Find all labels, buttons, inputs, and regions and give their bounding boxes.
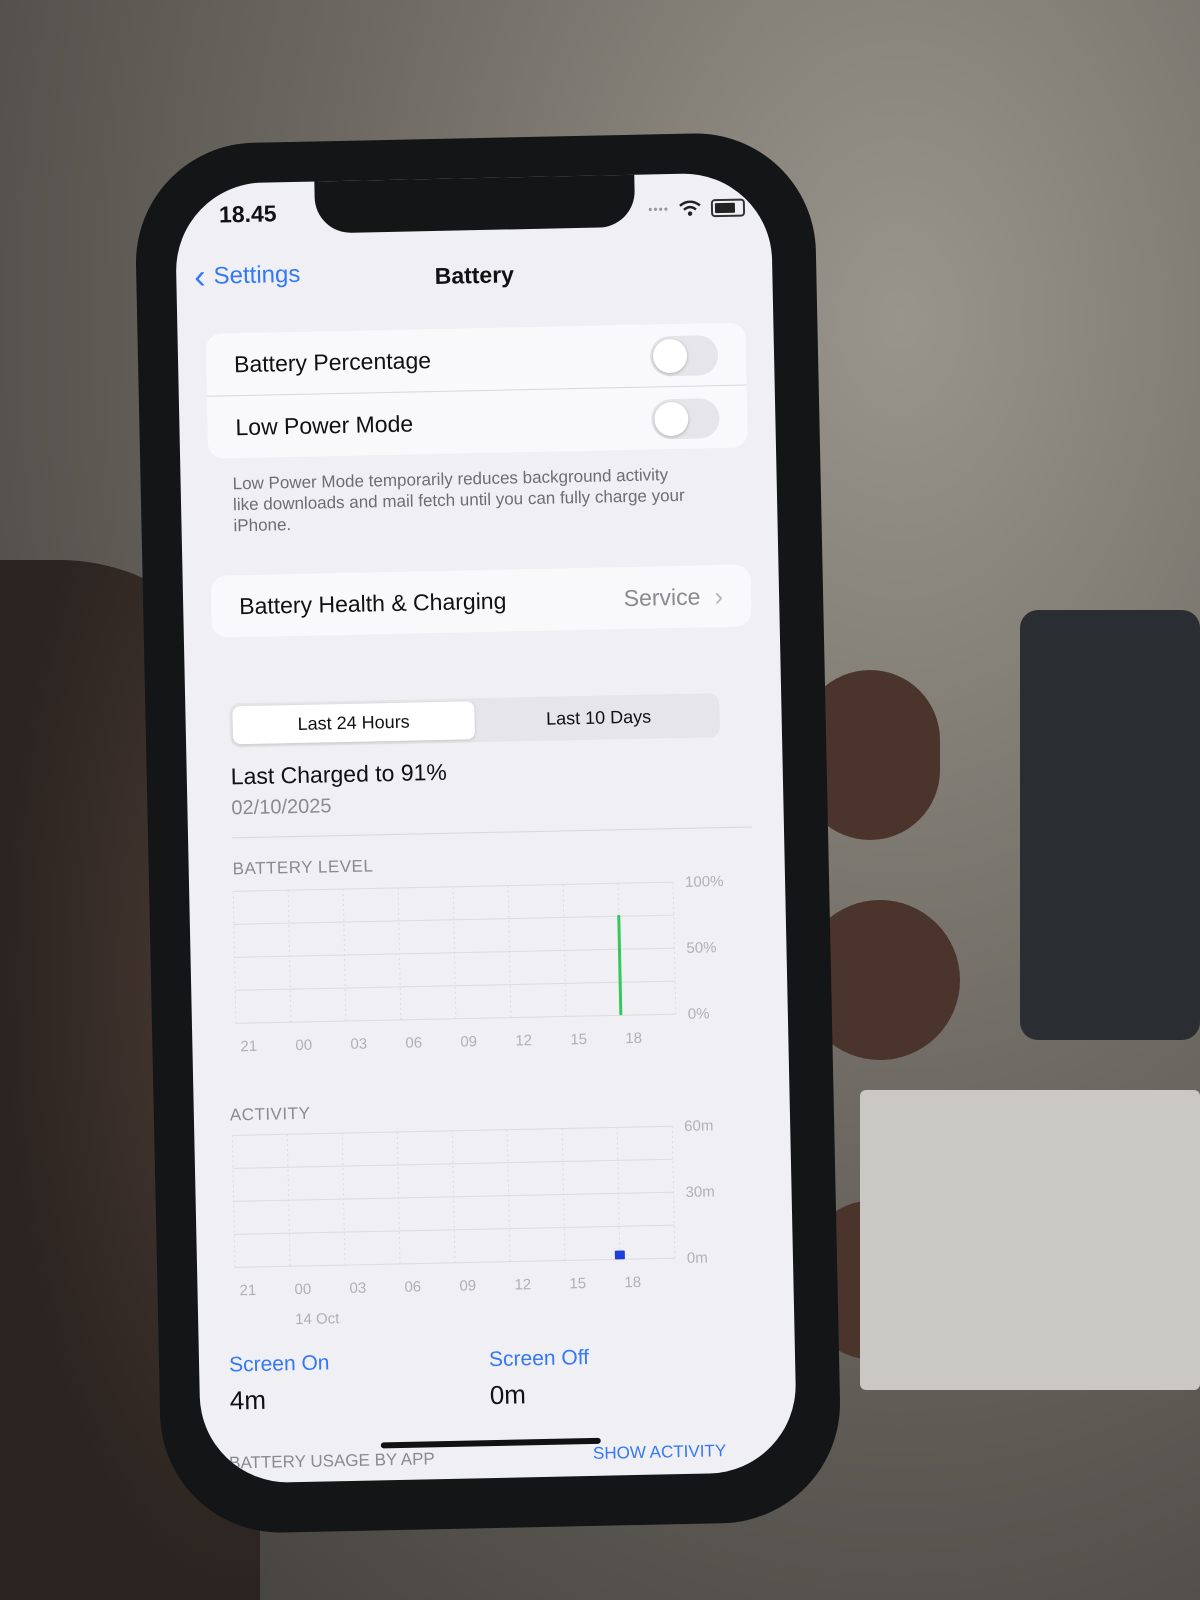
battery-level-chart: 100% 50% 0% 21 00 03 06 09 12 15 18 [232, 873, 724, 1055]
tab-last-10-days[interactable]: Last 10 Days [477, 693, 720, 742]
show-activity-button[interactable]: SHOW ACTIVITY [593, 1441, 727, 1464]
notch [314, 171, 636, 234]
x-tick-label: 18 [625, 1030, 642, 1047]
low-power-mode-row: Low Power Mode [206, 384, 748, 459]
service-label: Service [623, 583, 701, 611]
activity-chart: 60m 30m 0m 21 00 03 06 09 12 15 18 14 Oct [231, 1117, 715, 1328]
last-charged-date: 02/10/2025 [231, 795, 332, 820]
phone-screen: 18.45 •••• ‹ Settings Battery Battery Pe… [174, 171, 798, 1485]
battery-percentage-row: Battery Percentage [205, 322, 746, 395]
battery-icon [710, 198, 746, 218]
battery-health-row[interactable]: Battery Health & Charging Service › [211, 564, 752, 637]
x-tick-label: 00 [295, 1037, 312, 1054]
status-icons: •••• [648, 198, 746, 218]
x-tick-label: 09 [460, 1033, 477, 1050]
x-tick-label: 03 [349, 1280, 366, 1297]
x-tick-label: 21 [239, 1282, 256, 1299]
x-tick-label: 12 [515, 1032, 532, 1049]
date-label: 14 Oct [295, 1310, 340, 1327]
x-tick-label: 06 [405, 1034, 422, 1051]
health-group: Battery Health & Charging Service › [210, 564, 752, 638]
y-tick-label: 100% [685, 873, 724, 891]
y-tick-label: 50% [686, 939, 716, 957]
screen-off-label: Screen Off [488, 1346, 590, 1372]
battery-percentage-label: Battery Percentage [233, 346, 432, 377]
chevron-right-icon: › [714, 580, 724, 611]
background-card [1020, 610, 1200, 1040]
screen-off-value: 0m [489, 1379, 527, 1411]
data-bar [614, 1250, 625, 1260]
tab-last-24-hours[interactable]: Last 24 Hours [232, 701, 476, 745]
divider [232, 826, 752, 839]
data-bar [617, 914, 623, 1016]
x-tick-label: 18 [624, 1274, 641, 1291]
home-indicator [380, 1437, 601, 1449]
screen-on-label: Screen On [228, 1351, 330, 1377]
x-tick-label: 03 [350, 1036, 367, 1053]
background-box [860, 1090, 1200, 1390]
wifi-icon [679, 200, 701, 216]
x-tick-label: 12 [514, 1276, 531, 1293]
time-range-segmented-control: Last 24 Hours Last 10 Days [229, 693, 721, 748]
battery-level-label: BATTERY LEVEL [232, 856, 374, 879]
low-power-mode-toggle[interactable] [650, 398, 720, 440]
x-tick-label: 00 [294, 1281, 311, 1298]
low-power-mode-label: Low Power Mode [235, 409, 414, 440]
x-tick-label: 09 [459, 1277, 476, 1294]
toggle-group: Battery Percentage Low Power Mode [205, 322, 748, 459]
status-time: 18.45 [218, 200, 277, 228]
activity-label: ACTIVITY [229, 1103, 311, 1125]
battery-usage-label: BATTERY USAGE BY APP [228, 1449, 435, 1473]
x-tick-label: 15 [570, 1031, 587, 1048]
phone: 18.45 •••• ‹ Settings Battery Battery Pe… [133, 131, 843, 1535]
battery-health-value: Service › [623, 581, 723, 614]
x-tick-label: 06 [404, 1279, 421, 1296]
signal-dots-icon: •••• [648, 202, 670, 217]
x-tick-label: 21 [240, 1038, 257, 1055]
y-tick-label: 0m [687, 1249, 708, 1266]
y-tick-label: 30m [685, 1183, 715, 1201]
battery-health-label: Battery Health & Charging [238, 587, 507, 619]
x-tick-label: 15 [569, 1275, 586, 1292]
low-power-footnote: Low Power Mode temporarily reduces backg… [232, 465, 685, 536]
last-charged-title: Last Charged to 91% [230, 758, 448, 790]
screen-on-value: 4m [229, 1384, 267, 1416]
y-tick-label: 60m [684, 1117, 714, 1135]
battery-percentage-toggle[interactable] [649, 335, 719, 377]
y-tick-label: 0% [688, 1005, 710, 1022]
